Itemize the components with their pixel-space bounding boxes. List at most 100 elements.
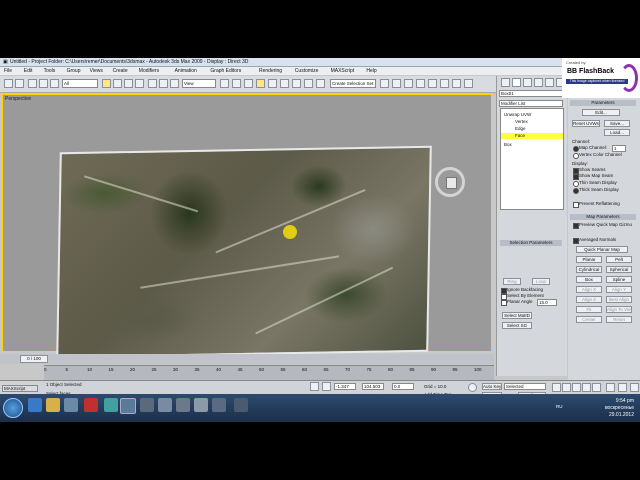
stack-item-vertex[interactable]: Vertex [515,119,528,124]
planar-angle-field[interactable]: 15.0 [537,299,557,306]
display-tab-icon[interactable] [545,78,554,87]
schematic-view-icon[interactable] [416,79,425,88]
stack-item-face[interactable]: Face [501,133,563,139]
play-icon[interactable] [572,383,581,392]
task-icon[interactable] [176,398,190,412]
menu-item-maxscript[interactable]: MAXScript [331,68,355,74]
load-button[interactable]: Load... [604,129,630,136]
menu-item-group[interactable]: Group [67,68,81,74]
pivot-center-icon[interactable] [220,79,229,88]
selection-filter-select[interactable]: All [62,79,98,88]
undo-icon[interactable] [4,79,13,88]
menu-item-file[interactable]: File [4,68,12,74]
render-setup-icon[interactable] [440,79,449,88]
z-coordinate-field[interactable]: 0.0 [392,383,414,390]
stack-item-unwrap[interactable]: Unwrap UVW [504,112,531,117]
prev-frame-icon[interactable] [562,383,571,392]
edit-button[interactable]: Edit... [582,109,620,116]
motion-tab-icon[interactable] [534,78,543,87]
menu-item-animation[interactable]: Animation [175,68,197,74]
media-icon[interactable] [64,398,78,412]
map-button-spline[interactable]: Spline [606,276,632,283]
menu-item-views[interactable]: Views [90,68,103,74]
viewport-label[interactable]: Perspective [5,96,31,102]
object-name-field[interactable]: Box01 [499,90,563,97]
menu-item-modifiers[interactable]: Modifiers [139,68,159,74]
map-button-reset[interactable]: Reset [606,316,632,323]
hierarchy-tab-icon[interactable] [523,78,532,87]
modify-tab-icon[interactable] [512,78,521,87]
map-button-align-y[interactable]: Align Y [606,286,632,293]
map-button-best-align[interactable]: Best Align [606,296,632,303]
select-by-name-icon[interactable] [113,79,122,88]
move-icon[interactable] [148,79,157,88]
menu-item-customize[interactable]: Customize [295,68,319,74]
spinner-snap-icon[interactable] [292,79,301,88]
stack-item-edge[interactable]: Edge [515,126,526,131]
ring-button[interactable]: Ring [503,278,521,285]
map-parameters-rollout[interactable]: Map Parameters [570,214,636,220]
time-slider[interactable]: 0 / 100 [0,354,494,364]
time-slider-thumb[interactable]: 0 / 100 [20,355,48,363]
explorer-icon[interactable] [46,398,60,412]
percent-snap-icon[interactable] [280,79,289,88]
map-button-planar[interactable]: Planar [576,256,602,263]
save-button[interactable]: Save... [604,120,630,127]
menu-item-edit[interactable]: Edit [24,68,33,74]
map-button-align-z[interactable]: Align Z [576,296,602,303]
map-button-align-x[interactable]: Align X [576,286,602,293]
menu-item-rendering[interactable]: Rendering [259,68,282,74]
ref-coord-select[interactable]: View [182,79,216,88]
next-frame-icon[interactable] [582,383,591,392]
maxscript-listener[interactable]: MAXScript [2,385,38,392]
goto-end-icon[interactable] [592,383,601,392]
select-sg-button[interactable]: Select SG [502,322,532,329]
unlink-icon[interactable] [39,79,48,88]
language-indicator[interactable]: RU [556,404,563,409]
pan-icon[interactable] [618,383,627,392]
clock[interactable]: 9:54 pm воскресенье 29.01.2012 [605,398,634,419]
start-button-icon[interactable] [3,398,23,418]
map-button-fit[interactable]: Fit [576,306,602,313]
select-object-icon[interactable] [102,79,111,88]
set-key-icon[interactable] [468,383,477,392]
edit-named-selection-icon[interactable] [304,79,313,88]
angle-snap-icon[interactable] [268,79,277,88]
keyboard-shortcut-icon[interactable] [244,79,253,88]
menu-item-graph-editors[interactable]: Graph Editors [210,68,241,74]
named-selection-input[interactable]: Create Selection Set [330,79,376,88]
textured-plane[interactable] [56,145,432,359]
mirror-icon[interactable] [316,79,325,88]
rotate-icon[interactable] [159,79,168,88]
material-editor-icon[interactable] [428,79,437,88]
track-bar[interactable]: 0 5 10 15 20 25 30 35 40 45 50 55 60 65 70 75 80 85 90 95 10… [44,365,494,380]
align-icon[interactable] [380,79,389,88]
quick-planar-map-button[interactable]: Quick Planar Map [576,246,628,253]
opera-icon[interactable] [84,398,98,412]
menu-item-help[interactable]: Help [366,68,376,74]
y-coordinate-field[interactable]: 104.503 [362,383,384,390]
map-button-box[interactable]: Box [576,276,602,283]
curve-editor-icon[interactable] [404,79,413,88]
app-icon[interactable] [104,398,118,412]
map-button-cylindrical[interactable]: Cylindrical [576,266,602,273]
task-icon[interactable] [194,398,208,412]
key-mode-select[interactable]: Selected [504,383,546,390]
loop-button[interactable]: Loop [532,278,550,285]
3dsmax-task-icon[interactable] [120,398,136,414]
task-icon[interactable] [212,398,226,412]
orbit-icon[interactable] [630,383,639,392]
task-icon[interactable] [234,398,248,412]
x-coordinate-field[interactable]: -1.347 [334,383,356,390]
stack-item-box[interactable]: Box [504,142,512,147]
render-icon[interactable] [464,79,473,88]
parameters-rollout[interactable]: Parameters [570,100,636,106]
bind-space-warp-icon[interactable] [50,79,59,88]
task-icon[interactable] [140,398,154,412]
selection-params-rollout[interactable]: Selection Parameters [500,240,562,246]
modifier-list-select[interactable]: Modifier List [499,100,563,107]
map-button-spherical[interactable]: Spherical [606,266,632,273]
menu-item-tools[interactable]: Tools [44,68,56,74]
rendered-frame-icon[interactable] [452,79,461,88]
task-icon[interactable] [158,398,172,412]
